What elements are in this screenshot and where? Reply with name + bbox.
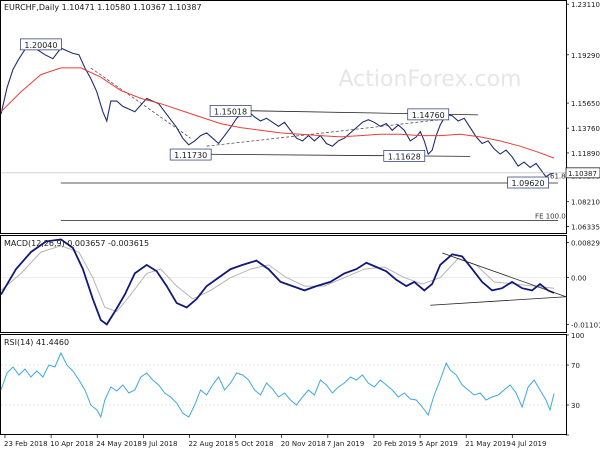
watermark: ActionForex.com [339,67,522,92]
x-tick-label: 10 Apr 2018 [50,440,93,448]
macd-y-tick-label: 0.008292 [571,239,600,247]
price-y-tick-label: 1.19290 [571,52,600,60]
price-y-tick-label: 1.13760 [571,125,600,133]
price-y-tick-label: 1.06335 [571,224,600,232]
fibonacci-label: FE 100.0 [535,212,566,220]
rsi-y-tick-label: 70 [571,362,580,370]
x-tick-label: 5 Apr 2019 [419,440,458,448]
price-y-tick-label: 1.15650 [571,100,600,108]
current-price-label: 1.10387 [568,170,597,178]
rsi-panel-frame [0,334,567,435]
x-tick-label: 20 Feb 2019 [373,440,417,448]
x-tick-label: 5 Oct 2018 [235,440,274,448]
price-y-tick-label: 1.08210 [571,199,600,207]
level-annotation-label: 1.09620 [512,179,545,188]
x-tick-label: 4 Jul 2019 [511,440,546,448]
level-annotation-label: 1.14760 [412,111,445,120]
x-tick-label: 24 May 2018 [96,440,142,448]
level-annotation-label: 1.15018 [214,107,247,116]
price-y-tick-label: 1.23110 [571,1,600,9]
x-tick-label: 9 Jul 2018 [142,440,177,448]
forex-chart: ActionForex.com 1.20040 1.15018 1.14760 1.1… [0,0,600,448]
level-annotation-label: 1.11730 [174,151,207,160]
macd-y-tick-label: 0.00 [571,275,587,283]
price-panel-title: EURCHF,Daily 1.10471 1.10580 1.10367 1.1… [4,3,202,12]
price-panel-frame [0,0,567,234]
macd-panel-frame [0,235,567,333]
macd-panel-title: MACD(12,26,9) 0.003657 -0.003615 [4,239,149,248]
x-tick-label: 7 Jan 2019 [327,440,365,448]
rsi-y-tick-label: 100 [571,332,584,340]
x-tick-label: 21 May 2019 [465,440,511,448]
x-tick-label: 22 Aug 2018 [188,440,233,448]
x-tick-label: 20 Nov 2018 [281,440,326,448]
x-tick-label: 23 Feb 2018 [4,440,48,448]
level-annotation-label: 1.20040 [24,41,57,50]
macd-y-tick-label: -0.011015 [571,321,600,329]
fibonacci-label: 61.8 [550,173,566,181]
price-y-tick-label: 1.11890 [571,150,600,158]
rsi-y-tick-label: 30 [571,402,580,410]
rsi-panel-title: RSI(14) 41.4460 [4,338,69,347]
level-annotation-label: 1.11628 [388,152,421,161]
